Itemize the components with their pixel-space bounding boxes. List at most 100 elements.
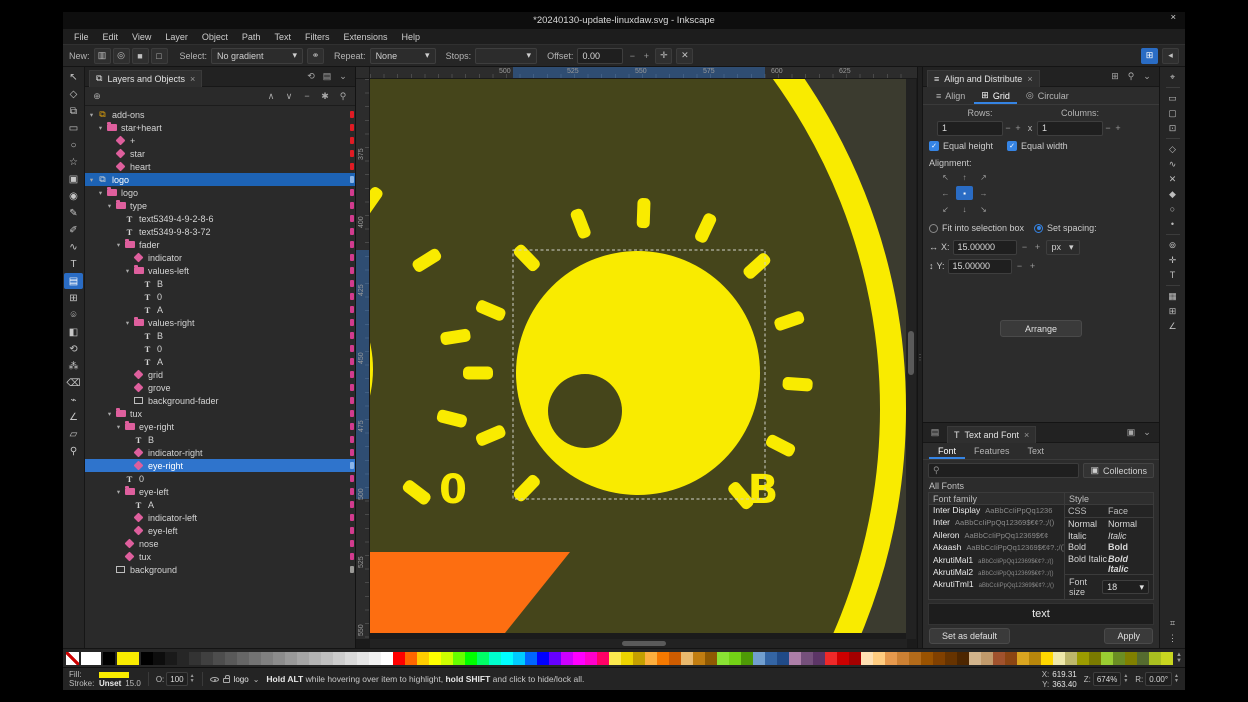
tool-selector[interactable]: ↖	[64, 69, 83, 85]
search-icon[interactable]: ⚲	[335, 88, 351, 104]
no-color-swatch[interactable]	[66, 652, 79, 665]
collections-panel-icon[interactable]: ▣	[1123, 425, 1139, 441]
style-row-bold-italic[interactable]: Bold ItalicBold Italic	[1065, 553, 1153, 565]
offset-input[interactable]: 0.00	[577, 48, 623, 64]
equal-height-checkbox[interactable]: ✓ Equal height	[929, 141, 993, 151]
palette-swatch[interactable]	[369, 652, 381, 665]
menu-filters[interactable]: Filters	[298, 32, 337, 42]
panel-menu-chevron-icon[interactable]: ⌄	[335, 69, 351, 85]
gradient-stroke-icon[interactable]: □	[151, 48, 168, 64]
palette-swatch[interactable]	[837, 652, 849, 665]
tool-paint-bucket[interactable]: ◧	[64, 324, 83, 340]
layer-row-nose[interactable]: nose	[85, 537, 355, 550]
layer-row-b[interactable]: TB	[85, 277, 355, 290]
align-tab-circular[interactable]: ◎Circular	[1019, 89, 1076, 104]
fit-selection-radio[interactable]: Fit into selection box	[929, 223, 1024, 233]
palette-swatch[interactable]	[441, 652, 453, 665]
window-close-button[interactable]: ×	[1170, 12, 1176, 23]
snap-distribution-icon[interactable]: ⋮	[1164, 631, 1182, 645]
anchor-bottom[interactable]: ↓	[956, 202, 973, 216]
palette-swatch[interactable]	[1077, 652, 1089, 665]
knob-tick[interactable]	[463, 367, 493, 380]
font-row-akrutimal2[interactable]: AkrutiMal2aBbCcIiPpQq12369$€¢?.;/()	[929, 567, 1064, 579]
snap-guides-icon[interactable]: ∠	[1164, 319, 1182, 333]
layer-row-values-right[interactable]: ▾values-right	[85, 316, 355, 329]
layer-row-eye-right[interactable]: eye-right	[85, 459, 355, 472]
layer-row-a[interactable]: TA	[85, 498, 355, 511]
layer-row-a[interactable]: TA	[85, 355, 355, 368]
palette-swatch[interactable]	[1161, 652, 1173, 665]
layer-row-grove[interactable]: grove	[85, 381, 355, 394]
palette-swatch[interactable]	[585, 652, 597, 665]
palette-swatch[interactable]	[165, 652, 177, 665]
palette-swatch[interactable]	[873, 652, 885, 665]
palette-swatch[interactable]	[765, 652, 777, 665]
expander-icon[interactable]: ▾	[87, 111, 96, 119]
gradient-link-icon[interactable]: ⚭	[307, 48, 324, 64]
snap-page-border-icon[interactable]: ▦	[1164, 289, 1182, 303]
layer-row-heart[interactable]: heart	[85, 160, 355, 173]
tool-ellipse[interactable]: ○	[64, 137, 83, 153]
layer-visibility-icon[interactable]	[210, 677, 219, 682]
knob-hole[interactable]	[548, 374, 622, 448]
layer-row-eye-left[interactable]: eye-left	[85, 524, 355, 537]
menu-edit[interactable]: Edit	[96, 32, 126, 42]
raise-layer-icon[interactable]: ∧	[263, 88, 279, 104]
offset-decrement-icon[interactable]: −	[627, 48, 637, 64]
collections-button[interactable]: ▣ Collections	[1083, 463, 1154, 478]
stops-dropdown[interactable]: ▾	[475, 48, 537, 64]
palette-swatch[interactable]	[345, 652, 357, 665]
menu-path[interactable]: Path	[235, 32, 268, 42]
palette-swatch[interactable]	[1005, 652, 1017, 665]
palette-swatch[interactable]	[237, 652, 249, 665]
layer-settings-icon[interactable]: ✱	[317, 88, 333, 104]
rows-input[interactable]: 1	[937, 121, 1003, 136]
palette-swatch[interactable]	[297, 652, 309, 665]
tool-pencil[interactable]: ✎	[64, 205, 83, 221]
layer-row-eye-right[interactable]: ▾eye-right	[85, 420, 355, 433]
repeat-dropdown[interactable]: None ▾	[370, 48, 436, 64]
layer-lock-icon[interactable]	[223, 678, 230, 683]
menu-text[interactable]: Text	[267, 32, 298, 42]
anchor-center[interactable]: ▪	[956, 186, 973, 200]
tab-text-and-font[interactable]: T Text and Font ×	[947, 426, 1036, 443]
tool-box-3d[interactable]: ▣	[64, 171, 83, 187]
palette-swatch[interactable]	[717, 652, 729, 665]
palette-swatch[interactable]	[1041, 652, 1053, 665]
layer-row-grid[interactable]: grid	[85, 368, 355, 381]
tool-calligraphy[interactable]: ∿	[64, 239, 83, 255]
anchor-top-left[interactable]: ↖	[937, 170, 954, 184]
anchor-left[interactable]: ←	[937, 186, 954, 200]
columns-increment-icon[interactable]: +	[1113, 120, 1123, 136]
palette-swatch[interactable]	[741, 652, 753, 665]
layer-row-0[interactable]: T0	[85, 472, 355, 485]
style-row-bold[interactable]: BoldBold	[1065, 541, 1153, 553]
horizontal-scrollbar-thumb[interactable]	[622, 641, 666, 646]
columns-input[interactable]: 1	[1037, 121, 1103, 136]
palette-swatch[interactable]	[645, 652, 657, 665]
horizontal-scrollbar[interactable]	[370, 639, 907, 648]
tool-spiral[interactable]: ◉	[64, 188, 83, 204]
tab-features[interactable]: Features	[965, 444, 1019, 459]
menu-help[interactable]: Help	[394, 32, 427, 42]
tool-pages[interactable]: ▱	[64, 426, 83, 442]
offset-increment-icon[interactable]: +	[641, 48, 651, 64]
expander-icon[interactable]: ▾	[123, 267, 132, 275]
palette-swatch[interactable]	[393, 652, 405, 665]
style-row-normal[interactable]: NormalNormal	[1065, 518, 1153, 530]
menu-object[interactable]: Object	[195, 32, 235, 42]
tool-measure[interactable]: ∠	[64, 409, 83, 425]
palette-swatch[interactable]	[729, 652, 741, 665]
style-row-italic[interactable]: ItalicItalic	[1065, 530, 1153, 542]
palette-swatch[interactable]	[789, 652, 801, 665]
x-decrement-icon[interactable]: −	[1020, 239, 1030, 255]
lock-guides-button[interactable]	[907, 67, 917, 79]
snap-alignment-icon[interactable]: ⌗	[1164, 616, 1182, 630]
expander-icon[interactable]: ▾	[96, 189, 105, 197]
layer-row-0[interactable]: T0	[85, 342, 355, 355]
opacity-stepper[interactable]: ▲▼	[190, 674, 195, 684]
layer-row-fader[interactable]: ▾fader	[85, 238, 355, 251]
y-spacing-input[interactable]: 15.00000	[948, 259, 1012, 274]
palette-swatch[interactable]	[753, 652, 765, 665]
remove-layer-icon[interactable]: −	[299, 88, 315, 104]
